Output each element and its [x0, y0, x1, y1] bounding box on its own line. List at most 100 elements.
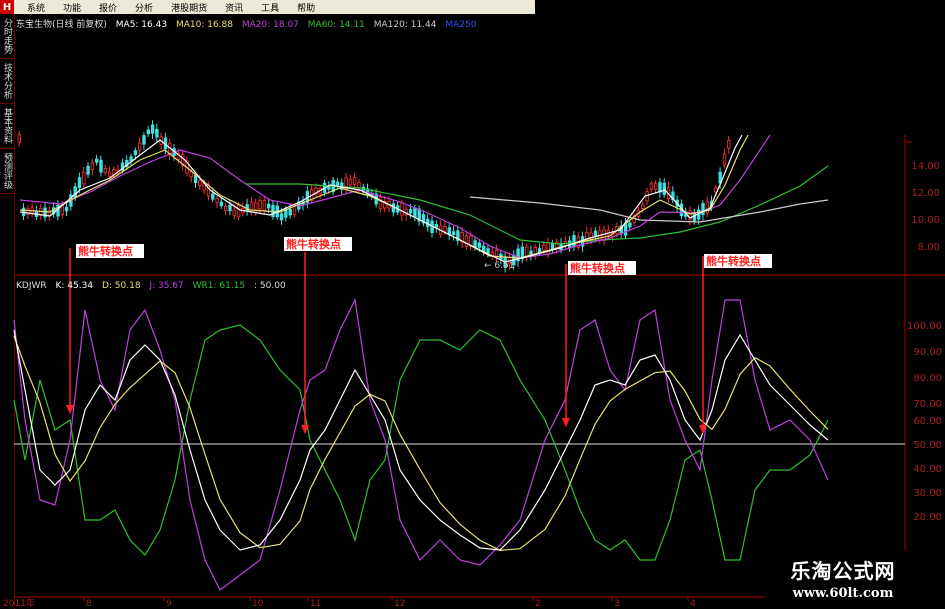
candle — [546, 242, 550, 255]
candle — [99, 159, 103, 173]
candle — [228, 204, 232, 212]
candle — [572, 235, 576, 248]
candle — [486, 248, 490, 254]
chart-canvas[interactable]: 14.00 12.00 10.00 8.00 100.00 90.00 80.0… — [0, 0, 945, 609]
candle — [408, 208, 413, 214]
ma60-line — [245, 165, 829, 245]
time-tick: 11 — [310, 599, 321, 609]
candle — [266, 203, 271, 209]
kdj-tick: 90.00 — [913, 347, 942, 358]
time-tick: 3 — [614, 599, 620, 609]
candle — [95, 158, 99, 163]
ma20-line — [19, 134, 771, 259]
price-tick: 8.00 — [918, 242, 940, 253]
ma20-value: MA20: 18.07 — [241, 20, 299, 30]
annotation-1: 熊牛转换点 — [66, 244, 144, 414]
candle — [64, 206, 69, 212]
j-value: J: 35.67 — [149, 281, 184, 291]
annotation-label: 熊牛转换点 — [570, 261, 625, 275]
level-value: : 50.00 — [254, 281, 286, 291]
annotation-4: 熊牛转换点 — [699, 254, 772, 434]
k-value: K: 45.34 — [55, 281, 94, 291]
candle — [628, 222, 632, 228]
candle — [477, 242, 482, 248]
candle — [215, 198, 219, 203]
candle — [378, 196, 383, 210]
candle — [722, 153, 727, 166]
kdj-axis: 100.00 90.00 80.00 70.00 60.00 50.00 40.… — [907, 321, 942, 523]
kdj-tick: 80.00 — [913, 373, 942, 384]
candle — [258, 200, 262, 210]
candle — [146, 129, 150, 135]
candle — [542, 244, 546, 251]
candle — [641, 204, 645, 209]
candle — [400, 202, 404, 216]
candle — [137, 142, 142, 151]
candle — [133, 150, 138, 155]
kdj-tick: 20.00 — [913, 512, 942, 523]
ma60-value: MA60: 14.11 — [307, 20, 365, 30]
wr-line — [13, 324, 829, 561]
ma10-value: MA10: 16.88 — [175, 20, 233, 30]
price-tick: 14.00 — [911, 161, 940, 172]
kdj-tick: 60.00 — [913, 416, 942, 427]
candle — [357, 182, 361, 189]
candle — [198, 179, 202, 186]
time-tick: 8 — [86, 599, 92, 609]
candle — [47, 209, 52, 216]
price-indicator-header: 东宝生物(日线 前复权) MA5: 16.43 MA10: 16.88 MA20… — [16, 17, 482, 30]
candle — [86, 165, 90, 175]
time-tick: 4 — [690, 599, 696, 609]
ma10-line — [19, 134, 749, 259]
kdj-tick: 70.00 — [913, 399, 942, 410]
low-price-label: ← 6.51 — [484, 261, 514, 271]
time-tick: 2011年 — [3, 597, 35, 609]
candle — [464, 235, 469, 247]
candle — [262, 200, 267, 211]
candle — [352, 176, 357, 185]
annotation-3: 熊牛转换点 — [562, 261, 636, 427]
price-axis: 14.00 12.00 10.00 8.00 — [905, 141, 940, 253]
kdj-indicator-header: KDJWR K: 45.34 D: 50.18 J: 35.67 WR1: 61… — [16, 281, 292, 291]
candle — [443, 226, 447, 232]
candle — [232, 209, 236, 216]
price-tick: 12.00 — [911, 188, 940, 199]
candle — [90, 162, 95, 170]
watermark-url: www.60lt.com — [792, 586, 894, 601]
candle — [211, 193, 215, 200]
ma120-value: MA120: 11.44 — [373, 20, 437, 30]
candle — [701, 203, 705, 215]
candle — [155, 128, 159, 138]
kdj-name: KDJWR — [16, 281, 47, 291]
d-line — [13, 335, 829, 551]
candle — [77, 177, 82, 188]
kdj-tick: 50.00 — [913, 440, 942, 451]
stock-chart-window: H 系统 功能 报价 分析 港股期货 资讯 工具 帮助 分时走势 技术分析 基本… — [0, 0, 945, 609]
kdj-tick: 40.00 — [913, 464, 942, 475]
k-line — [13, 329, 829, 551]
candle — [107, 171, 112, 177]
candle — [473, 240, 477, 248]
time-tick: 10 — [252, 599, 264, 609]
candle — [654, 183, 658, 190]
wr1-value: WR1: 61.15 — [192, 281, 246, 291]
candle — [525, 246, 529, 257]
price-tick: 10.00 — [911, 215, 940, 226]
candle — [17, 134, 21, 143]
ma250-value: MA250 — [445, 20, 477, 30]
candle — [223, 205, 228, 211]
candle — [348, 179, 353, 186]
candle — [288, 208, 292, 216]
candle — [662, 182, 666, 195]
time-tick: 9 — [166, 599, 172, 609]
candle — [447, 227, 451, 235]
candle — [142, 135, 146, 145]
ma120-line — [469, 196, 829, 223]
kdj-tick: 30.00 — [913, 488, 942, 499]
candle — [413, 207, 417, 218]
d-value: D: 50.18 — [101, 281, 141, 291]
candle — [82, 171, 86, 185]
candle — [279, 213, 284, 221]
kdj-tick: 100.00 — [907, 321, 942, 332]
annotation-label: 熊牛转换点 — [286, 237, 341, 251]
